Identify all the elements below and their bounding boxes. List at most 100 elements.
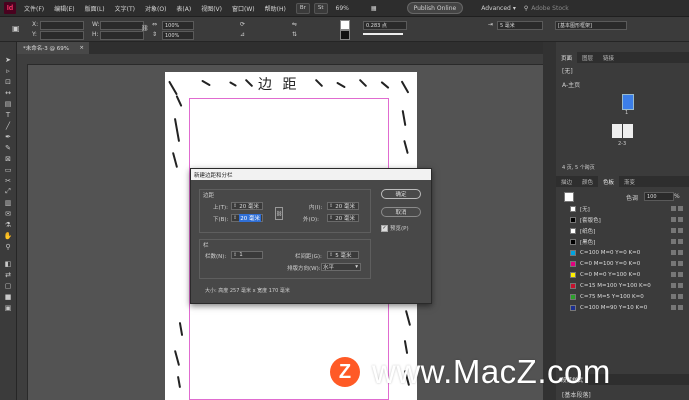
menu-window[interactable]: 窗口(W) (232, 4, 255, 13)
stroke-type-selector[interactable] (363, 33, 403, 35)
spread-thumbnail-right[interactable] (623, 124, 633, 138)
type-tool-icon[interactable]: T (0, 109, 16, 120)
swap-fill-stroke-icon[interactable]: ⇄ (0, 269, 16, 280)
menu-view[interactable]: 视图(V) (201, 4, 222, 13)
close-icon[interactable]: × (79, 45, 84, 51)
swatch-item[interactable]: [纸色] (556, 226, 689, 235)
fill-stroke-icon[interactable]: ◧ (0, 258, 16, 269)
column-count-field[interactable]: ⇕ 1 (231, 251, 263, 259)
scissors-tool-icon[interactable]: ✂ (0, 175, 16, 186)
fill-stroke-proxy-icon[interactable] (564, 192, 574, 202)
zoom-level[interactable]: 69% (336, 5, 349, 12)
flip-vertical-icon[interactable]: ⇅ (292, 31, 297, 38)
ok-button[interactable]: 确定 (381, 189, 421, 199)
selection-tool-icon[interactable]: ➤ (0, 54, 16, 65)
screen-mode-icon[interactable]: ▣ (0, 302, 16, 313)
outside-margin-field[interactable]: ⇕ 20 毫米 (327, 214, 359, 222)
gap-tool-icon[interactable]: ↔ (0, 87, 16, 98)
bottom-margin-field[interactable]: ⇕ 20 毫米 (231, 214, 263, 222)
link-margins-icon[interactable]: ⛓ (275, 207, 283, 220)
pages-master-label[interactable]: A-主页 (562, 80, 580, 89)
eyedropper-tool-icon[interactable]: ⚗ (0, 219, 16, 230)
swatch-item[interactable]: C=0 M=100 Y=0 K=0 (556, 259, 689, 268)
swatch-item[interactable]: C=0 M=0 Y=100 K=0 (556, 270, 689, 279)
top-margin-field[interactable]: ⇕ 20 毫米 (231, 202, 263, 210)
page-tool-icon[interactable]: ⊡ (0, 76, 16, 87)
menu-file[interactable]: 文件(F) (24, 4, 44, 13)
pages-none-label[interactable]: [无] (562, 66, 573, 75)
stepper-icon[interactable]: ⇕ (233, 203, 237, 209)
h-field[interactable] (100, 31, 144, 40)
menu-edit[interactable]: 编辑(E) (54, 4, 74, 13)
workspace-switcher[interactable]: Advanced (481, 5, 511, 12)
reference-point-icon[interactable]: ▣ (12, 24, 20, 33)
checkbox-icon[interactable]: ✓ (381, 224, 388, 232)
y-field[interactable] (40, 31, 84, 40)
chevron-down-icon[interactable]: ▾ (513, 5, 516, 12)
rotate-icon[interactable]: ⟳ (240, 21, 245, 28)
direct-selection-tool-icon[interactable]: ▹ (0, 65, 16, 76)
formatting-container-icon[interactable]: ▢ (0, 280, 16, 291)
publish-online-button[interactable]: Publish Online (406, 2, 464, 14)
x-field[interactable] (40, 21, 84, 30)
stroke-weight-field[interactable]: 0.283 点 (363, 21, 407, 30)
direction-select[interactable]: 水平 ▾ (321, 263, 361, 271)
document-tab[interactable]: *未命名-3 @ 69% × (17, 42, 89, 54)
rectangle-frame-tool-icon[interactable]: ⊠ (0, 153, 16, 164)
tab-links[interactable]: 链接 (598, 52, 619, 63)
swatch-item[interactable]: [套版色] (556, 215, 689, 224)
tab-color[interactable]: 颜色 (577, 176, 598, 187)
tab-pages[interactable]: 页面 (556, 52, 578, 63)
line-tool-icon[interactable]: ╱ (0, 120, 16, 131)
menu-table[interactable]: 表(A) (176, 4, 191, 13)
bridge-button[interactable]: Br (295, 2, 310, 14)
shear-icon[interactable]: ⊿ (240, 31, 245, 38)
w-field[interactable] (100, 21, 144, 30)
menu-help[interactable]: 帮助(H) (265, 4, 286, 13)
object-style-select[interactable]: [基本图形框架] (555, 21, 627, 30)
chain-icon[interactable]: ⛓ (141, 25, 149, 32)
stroke-swatch-icon[interactable] (340, 30, 350, 40)
inside-margin-field[interactable]: ⇕ 20 毫米 (327, 202, 359, 210)
stepper-icon[interactable]: ⇕ (233, 252, 237, 258)
horizontal-ruler[interactable] (17, 54, 556, 65)
swatch-item[interactable]: C=15 M=100 Y=100 K=0 (556, 281, 689, 290)
stepper-icon[interactable]: ⇕ (329, 252, 333, 258)
swatch-item[interactable]: C=100 M=90 Y=10 K=0 (556, 303, 689, 312)
content-collector-icon[interactable]: ▤ (0, 98, 16, 109)
swatch-item[interactable]: [无] (556, 204, 689, 213)
stock-search-input[interactable]: Adobe Stock (531, 5, 569, 12)
free-transform-tool-icon[interactable]: ⤢ (0, 186, 16, 197)
page-thumbnail-1[interactable] (622, 94, 634, 110)
menu-object[interactable]: 对象(O) (145, 4, 166, 13)
gradient-tool-icon[interactable]: ▥ (0, 197, 16, 208)
tab-layers[interactable]: 图层 (577, 52, 598, 63)
stepper-icon[interactable]: ⇕ (329, 203, 333, 209)
menu-type[interactable]: 文字(T) (115, 4, 135, 13)
swatch-item[interactable]: C=75 M=5 Y=100 K=0 (556, 292, 689, 301)
swatch-item[interactable]: C=100 M=0 Y=0 K=0 (556, 248, 689, 257)
paragraph-style-item[interactable]: [基本段落] (562, 390, 591, 399)
tab-stroke[interactable]: 描边 (556, 176, 577, 187)
tab-swatches[interactable]: 色板 (598, 176, 620, 187)
arrange-icon[interactable]: ▦ (371, 5, 377, 12)
pencil-tool-icon[interactable]: ✎ (0, 142, 16, 153)
vertical-ruler[interactable] (17, 64, 28, 400)
stepper-icon[interactable]: ⇕ (233, 215, 237, 221)
gap-field[interactable]: 5 毫米 (497, 21, 543, 30)
gutter-field[interactable]: ⇕ 5 毫米 (327, 251, 359, 259)
pen-tool-icon[interactable]: ✒ (0, 131, 16, 142)
scale-x-field[interactable]: 100% (162, 21, 194, 30)
tint-field[interactable]: 100 (644, 192, 674, 201)
flip-horizontal-icon[interactable]: ⇋ (292, 21, 297, 28)
fill-swatch-icon[interactable] (340, 20, 350, 30)
tab-gradient[interactable]: 渐变 (619, 176, 640, 187)
scale-y-field[interactable]: 100% (162, 31, 194, 40)
spread-thumbnail-left[interactable] (612, 124, 622, 138)
hand-tool-icon[interactable]: ✋ (0, 230, 16, 241)
note-tool-icon[interactable]: ✉ (0, 208, 16, 219)
swatch-item[interactable]: [黑色] (556, 237, 689, 246)
apply-color-icon[interactable]: ■ (0, 291, 16, 302)
menu-layout[interactable]: 版面(L) (85, 4, 105, 13)
cancel-button[interactable]: 取消 (381, 207, 421, 217)
